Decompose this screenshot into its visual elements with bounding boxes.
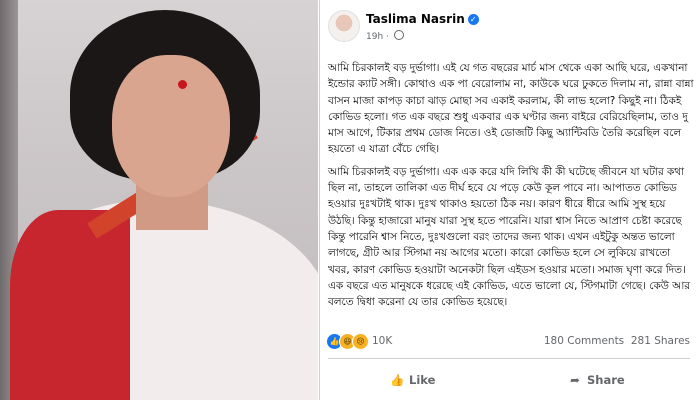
share-button[interactable]: ➦ Share (568, 366, 625, 394)
post-paragraph: আমি চিরকালই বড় দুর্ভাগা। এক এক করে যদি … (328, 165, 690, 309)
reaction-count[interactable]: 10K (372, 335, 392, 347)
globe-icon (393, 30, 404, 40)
comments-count[interactable]: 180 Comments (544, 335, 624, 347)
like-button[interactable]: 👍 Like (390, 366, 435, 394)
reactions-bar: 👍 😆 😢 10K 180 Comments 281 Shares (326, 332, 696, 350)
profile-photo (0, 0, 318, 400)
post-paragraph: আমি চিরকালই বড় দুর্ভাগা। এই যে গত বছরের… (328, 62, 694, 156)
facebook-post: Taslima Nasrin ✓ 19h · আমি চিরকালই বড় দু… (319, 0, 699, 400)
post-time[interactable]: 19h (366, 32, 383, 42)
thumbs-up-icon: 👍 (390, 373, 405, 387)
divider (328, 358, 690, 359)
post-header: Taslima Nasrin ✓ 19h · (328, 4, 688, 48)
post-body: আমি চিরকালই বড় দুর্ভাগা। এই যে গত বছরের… (328, 60, 694, 316)
post-actions: 👍 Like ➦ Share (328, 362, 690, 398)
shares-count[interactable]: 281 Shares (631, 335, 690, 347)
post-stats: 180 Comments 281 Shares (544, 335, 690, 347)
post-meta: 19h · (366, 30, 404, 42)
share-label: Share (587, 373, 625, 387)
like-label: Like (409, 373, 436, 387)
verified-badge-icon: ✓ (467, 14, 479, 25)
author-avatar[interactable] (328, 10, 360, 42)
sad-icon: 😢 (352, 333, 369, 350)
reaction-icons[interactable]: 👍 😆 😢 (326, 333, 369, 350)
share-arrow-icon: ➦ (570, 373, 580, 387)
author-name[interactable]: Taslima Nasrin ✓ (366, 12, 479, 26)
